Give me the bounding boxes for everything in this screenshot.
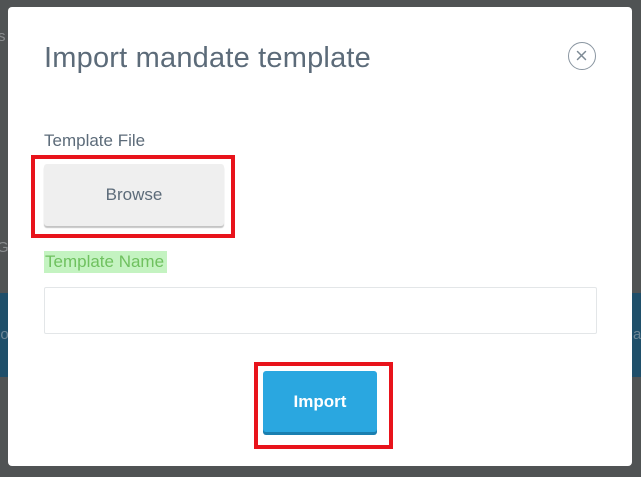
- background-text: a: [633, 326, 641, 343]
- close-icon: [576, 50, 587, 61]
- import-template-dialog: Import mandate template Template File Br…: [8, 7, 632, 466]
- close-button[interactable]: [568, 42, 596, 70]
- browse-button[interactable]: Browse: [44, 164, 224, 226]
- template-file-label: Template File: [44, 131, 146, 150]
- import-button[interactable]: Import: [263, 371, 377, 432]
- template-name-input[interactable]: [44, 287, 597, 334]
- background-text: s: [0, 28, 6, 45]
- dialog-title: Import mandate template: [44, 42, 371, 74]
- template-name-label: Template Name: [44, 251, 168, 273]
